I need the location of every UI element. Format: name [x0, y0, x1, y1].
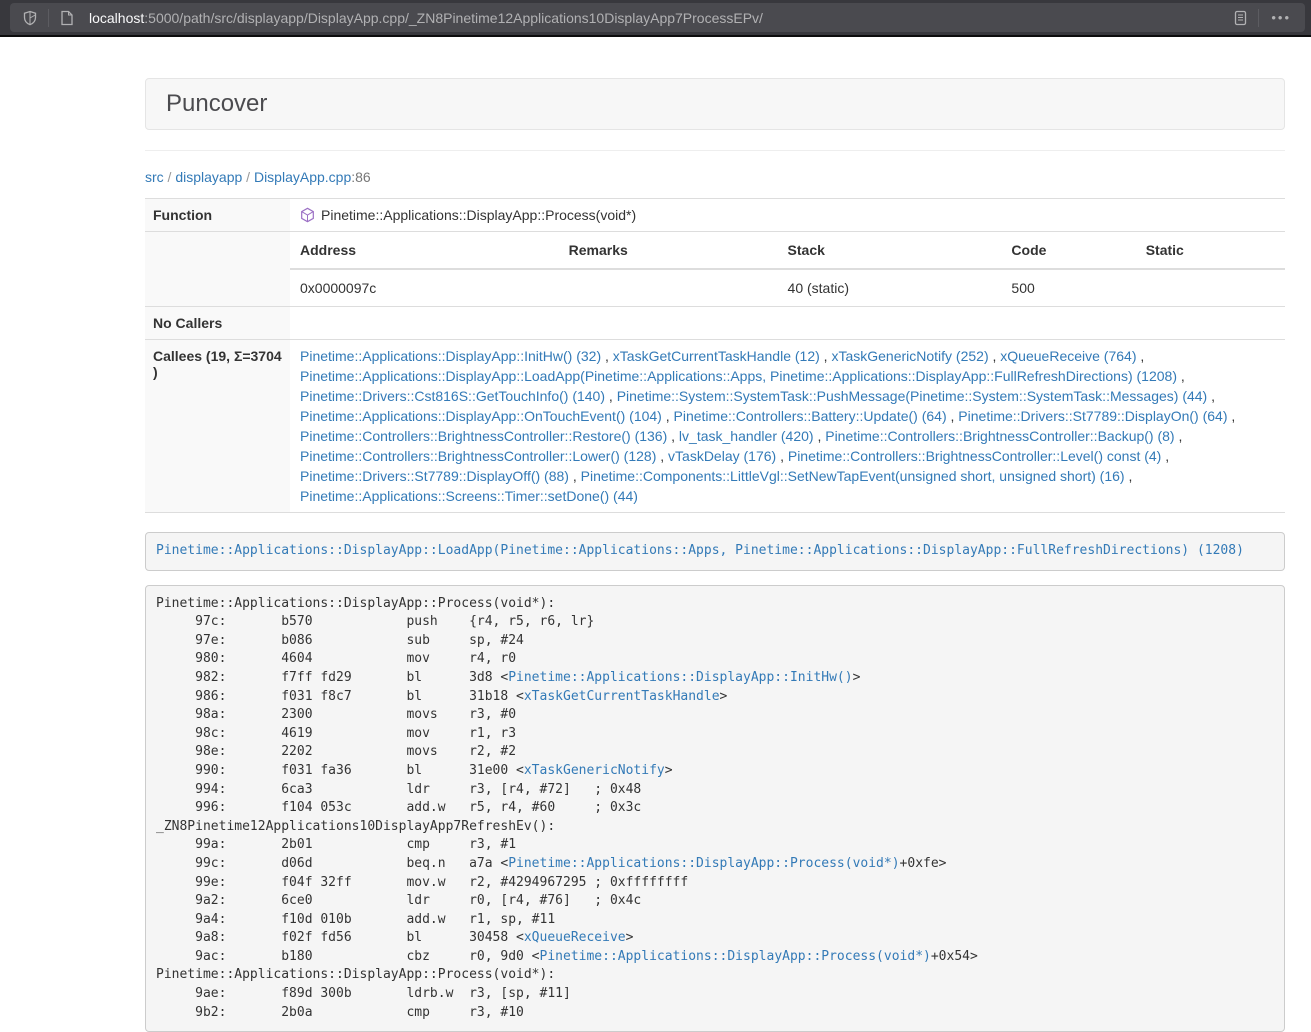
- callee-separator: ,: [814, 428, 826, 444]
- callees-row: Callees (19, Σ=3704 ) Pinetime::Applicat…: [145, 340, 1285, 513]
- reader-mode-icon[interactable]: [1226, 4, 1254, 32]
- callee-separator: ,: [569, 468, 581, 484]
- callee-link[interactable]: xTaskGetCurrentTaskHandle (12): [613, 348, 820, 364]
- function-table: Function Pinetime::Applications::Display…: [145, 198, 1285, 513]
- callee-link[interactable]: vTaskDelay (176): [668, 448, 776, 464]
- code-symbol-link[interactable]: xTaskGetCurrentTaskHandle: [524, 689, 720, 704]
- callee-separator: ,: [1175, 428, 1183, 444]
- url-text[interactable]: localhost:5000/path/src/displayapp/Displ…: [89, 10, 1226, 26]
- callee-link[interactable]: Pinetime::System::SystemTask::PushMessag…: [617, 388, 1208, 404]
- details-col-header-static: Static: [1136, 232, 1285, 269]
- details-value-remarks: [559, 269, 778, 306]
- callees-list: Pinetime::Applications::DisplayApp::Init…: [290, 340, 1285, 513]
- callee-link[interactable]: Pinetime::Applications::DisplayApp::OnTo…: [300, 408, 662, 424]
- callee-separator: ,: [776, 448, 788, 464]
- no-callers-label: No Callers: [145, 307, 290, 340]
- header-divider: [145, 150, 1285, 151]
- breadcrumb-line-number: :86: [351, 169, 370, 185]
- function-row: Function Pinetime::Applications::Display…: [145, 199, 1285, 232]
- callee-link[interactable]: xTaskGenericNotify (252): [831, 348, 988, 364]
- callee-link[interactable]: lv_task_handler (420): [679, 428, 814, 444]
- callee-link[interactable]: Pinetime::Components::LittleVgl::SetNewT…: [581, 468, 1125, 484]
- callee-link[interactable]: Pinetime::Drivers::Cst816S::GetTouchInfo…: [300, 388, 605, 404]
- details-value-row: 0x0000097c 40 (static)500: [290, 269, 1285, 306]
- callee-link[interactable]: Pinetime::Controllers::BrightnessControl…: [300, 428, 667, 444]
- selected-callee-link[interactable]: Pinetime::Applications::DisplayApp::Load…: [156, 543, 1244, 558]
- code-symbol-link[interactable]: Pinetime::Applications::DisplayApp::Init…: [508, 670, 852, 685]
- disassembly-listing: Pinetime::Applications::DisplayApp::Proc…: [145, 585, 1285, 1032]
- callee-link[interactable]: Pinetime::Applications::Screens::Timer::…: [300, 488, 638, 504]
- menu-dots-icon[interactable]: •••: [1263, 10, 1299, 25]
- callers-row: No Callers: [145, 307, 1285, 340]
- callee-separator: ,: [605, 388, 617, 404]
- app-header-panel: Puncover: [145, 78, 1285, 130]
- page-info-icon[interactable]: [53, 4, 81, 32]
- callee-separator: ,: [1228, 408, 1236, 424]
- page-title: Puncover: [166, 90, 267, 118]
- toolbar-separator: [48, 9, 49, 27]
- callee-separator: ,: [662, 408, 674, 424]
- details-col-header-remarks: Remarks: [559, 232, 778, 269]
- breadcrumb-link-src[interactable]: src: [145, 169, 164, 185]
- url-path: :5000/path/src/displayapp/DisplayApp.cpp…: [144, 10, 763, 26]
- callee-separator: ,: [656, 448, 668, 464]
- callee-link[interactable]: Pinetime::Controllers::Battery::Update()…: [674, 408, 947, 424]
- details-table: AddressRemarksStackCodeStatic 0x0000097c…: [290, 232, 1285, 306]
- callee-link[interactable]: Pinetime::Controllers::BrightnessControl…: [825, 428, 1174, 444]
- function-row-label: Function: [145, 199, 290, 232]
- code-symbol-link[interactable]: Pinetime::Applications::DisplayApp::Proc…: [508, 856, 899, 871]
- breadcrumb-link-displayapp-cpp[interactable]: DisplayApp.cpp: [254, 169, 351, 185]
- callee-separator: ,: [667, 428, 679, 444]
- details-row: AddressRemarksStackCodeStatic 0x0000097c…: [145, 232, 1285, 307]
- shield-icon[interactable]: [16, 4, 44, 32]
- callee-separator: ,: [1161, 448, 1169, 464]
- url-host: localhost: [89, 10, 144, 26]
- callee-separator: ,: [820, 348, 832, 364]
- callee-link[interactable]: Pinetime::Controllers::BrightnessControl…: [300, 448, 656, 464]
- breadcrumb-separator: /: [242, 169, 254, 185]
- page-container: Puncover src / displayapp / DisplayApp.c…: [145, 78, 1285, 1032]
- callee-separator: ,: [601, 348, 613, 364]
- callee-separator: ,: [1177, 368, 1185, 384]
- toolbar-separator-2: [1258, 9, 1259, 27]
- code-symbol-link[interactable]: Pinetime::Applications::DisplayApp::Proc…: [540, 949, 931, 964]
- breadcrumb-separator: /: [164, 169, 176, 185]
- callee-link[interactable]: Pinetime::Controllers::BrightnessControl…: [788, 448, 1161, 464]
- details-value-code: 500: [1001, 269, 1135, 306]
- function-name: Pinetime::Applications::DisplayApp::Proc…: [321, 205, 636, 225]
- details-col-header-address: Address: [290, 232, 559, 269]
- url-bar[interactable]: localhost:5000/path/src/displayapp/Displ…: [10, 3, 1305, 32]
- code-symbol-link[interactable]: xTaskGenericNotify: [524, 763, 665, 778]
- breadcrumb: src / displayapp / DisplayApp.cpp:86: [145, 169, 1285, 185]
- callees-label: Callees (19, Σ=3704 ): [145, 340, 290, 513]
- details-col-header-stack: Stack: [778, 232, 1002, 269]
- details-value-stack: 40 (static): [778, 269, 1002, 306]
- callee-link[interactable]: Pinetime::Drivers::St7789::DisplayOn() (…: [958, 408, 1227, 424]
- callee-separator: ,: [947, 408, 959, 424]
- details-value-address: 0x0000097c: [290, 269, 559, 306]
- code-symbol-link[interactable]: xQueueReceive: [524, 930, 626, 945]
- details-value-static: [1136, 269, 1285, 306]
- callee-link[interactable]: Pinetime::Applications::DisplayApp::Load…: [300, 368, 1177, 384]
- browser-toolbar: localhost:5000/path/src/displayapp/Displ…: [0, 0, 1311, 37]
- selected-callee-box: Pinetime::Applications::DisplayApp::Load…: [145, 532, 1285, 571]
- callee-link[interactable]: xQueueReceive (764): [1000, 348, 1136, 364]
- details-col-header-code: Code: [1001, 232, 1135, 269]
- callee-link[interactable]: Pinetime::Applications::DisplayApp::Init…: [300, 348, 601, 364]
- breadcrumb-link-displayapp[interactable]: displayapp: [175, 169, 242, 185]
- function-cube-icon: [300, 207, 315, 223]
- callee-separator: ,: [1136, 348, 1144, 364]
- callee-separator: ,: [989, 348, 1001, 364]
- callee-link[interactable]: Pinetime::Drivers::St7789::DisplayOff() …: [300, 468, 569, 484]
- details-row-label: [145, 232, 290, 307]
- details-header-row: AddressRemarksStackCodeStatic: [290, 232, 1285, 269]
- callee-separator: ,: [1125, 468, 1133, 484]
- callee-separator: ,: [1207, 388, 1215, 404]
